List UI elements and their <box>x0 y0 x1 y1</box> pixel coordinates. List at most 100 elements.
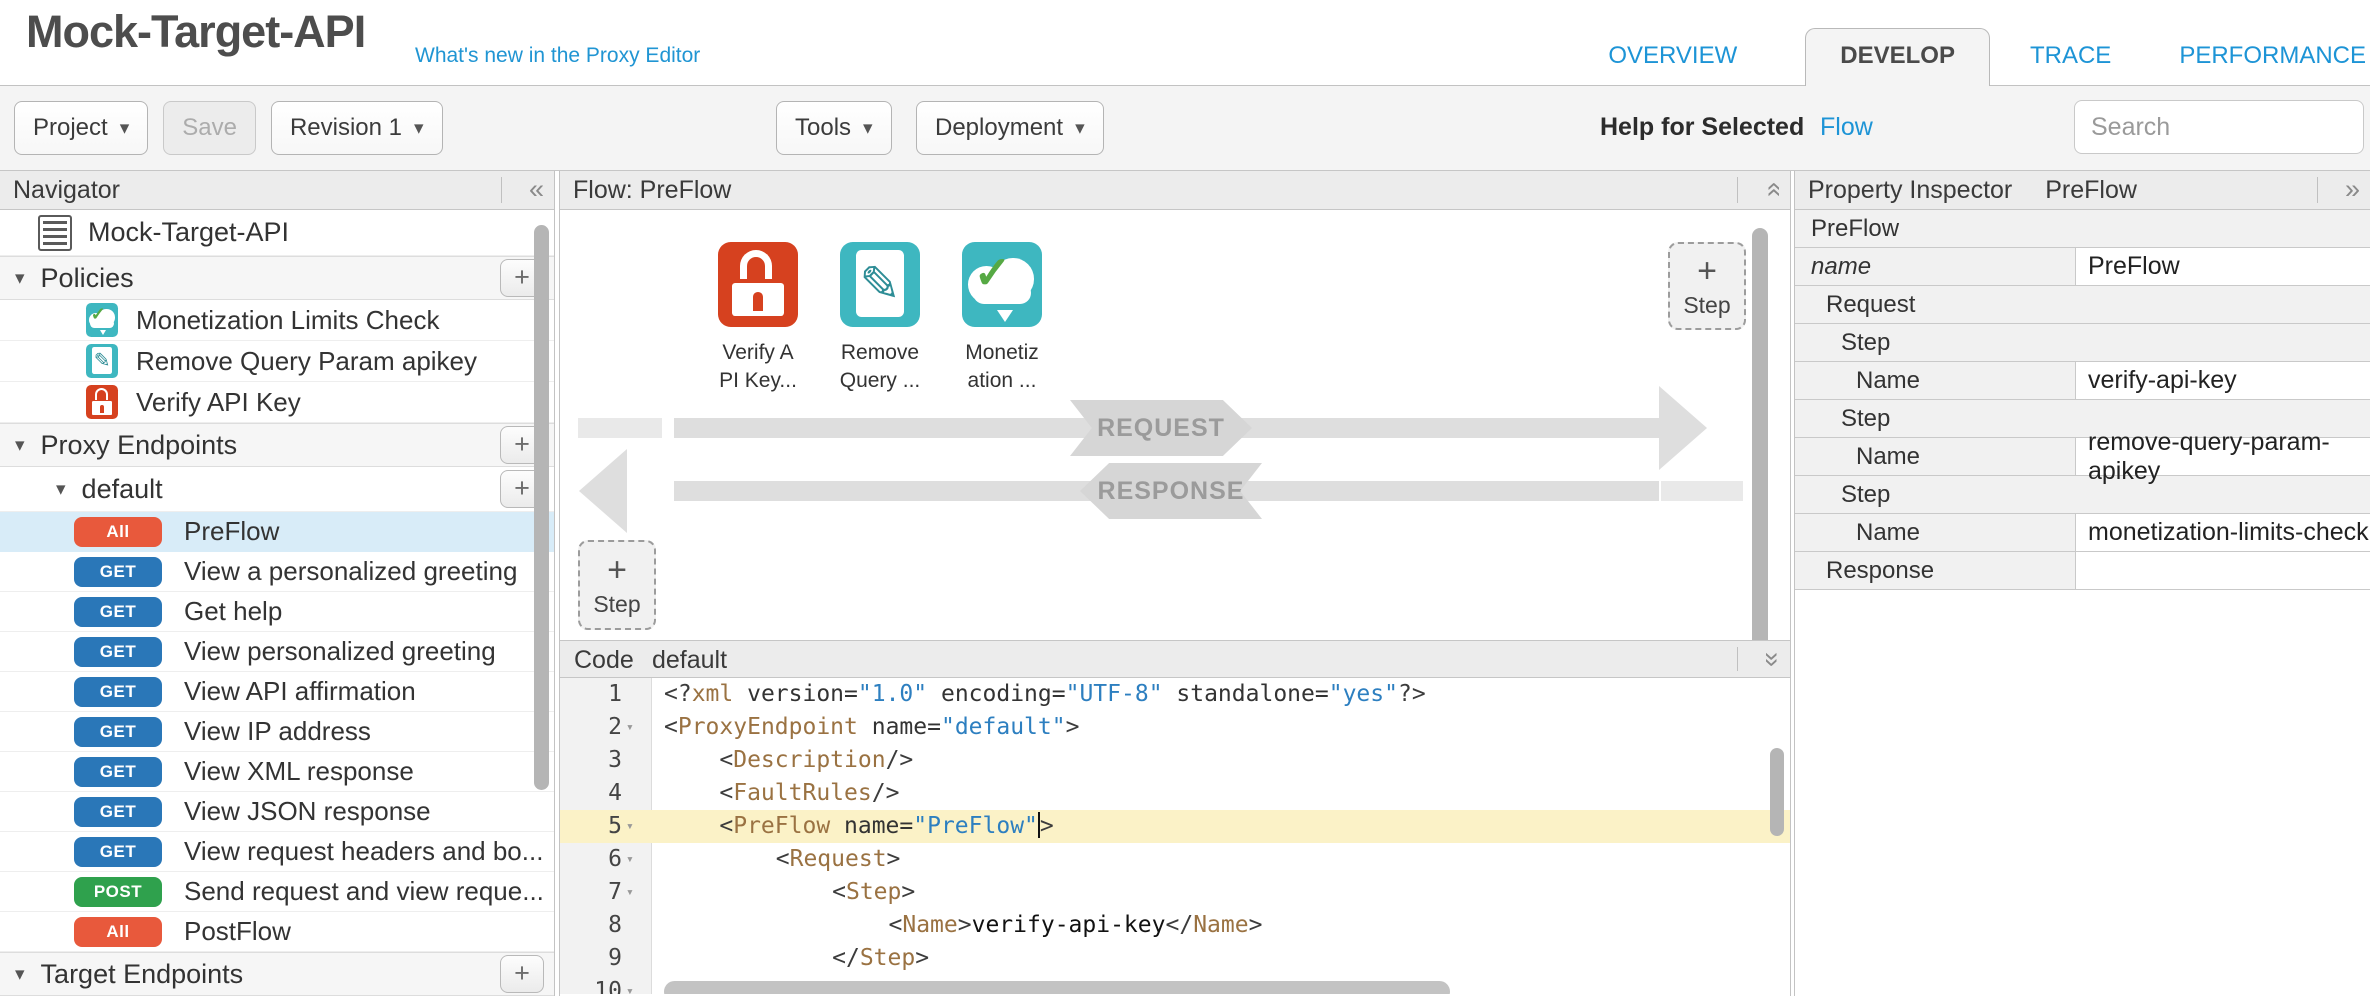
caret-down-icon: ▾ <box>1075 117 1085 140</box>
nav-section-label: Policies <box>41 263 134 294</box>
add-step-label: Step <box>593 591 640 618</box>
tools-menu-button[interactable]: Tools ▾ <box>776 101 892 155</box>
fold-icon[interactable]: ▾ <box>626 810 634 843</box>
nav-section-proxy-endpoints[interactable]: ▾Proxy Endpoints+ <box>0 423 554 467</box>
help-flow-link[interactable]: Flow <box>1820 113 1873 142</box>
inspector-label: Name <box>1795 514 2075 551</box>
nav-policy-remove-query-param-apikey[interactable]: ✎Remove Query Param apikey <box>0 341 554 382</box>
tab-overview[interactable]: OVERVIEW <box>1608 42 1737 86</box>
tab-performance[interactable]: PERFORMANCE <box>2179 42 2366 86</box>
request-arrowhead <box>1659 386 1707 470</box>
request-line-stub <box>578 418 662 438</box>
code-editor[interactable]: 1<?xml version="1.0" encoding="UTF-8" st… <box>560 678 1790 994</box>
inspector-label: Request <box>1795 286 1915 323</box>
nav-policy-monetization-limits-check[interactable]: ✓ Monetization Limits Check <box>0 300 554 341</box>
flow-title: Flow: PreFlow <box>573 176 731 204</box>
cloud-check-icon: ✓ <box>86 303 118 337</box>
flow-policy-label: Monetization ... <box>954 339 1050 396</box>
inspector-value-input[interactable]: monetization-limits-check <box>2075 514 2370 551</box>
flow-policy-pencil[interactable]: ✎RemoveQuery ... <box>832 242 928 395</box>
add-step-button-response[interactable]: + Step <box>578 540 656 630</box>
nav-section-target-endpoints[interactable]: ▾Target Endpoints+ <box>0 952 554 996</box>
tab-develop[interactable]: DEVELOP <box>1805 28 1990 86</box>
page-title: Mock-Target-API <box>26 6 365 58</box>
nav-flow-view-personalized-greeting[interactable]: GETView personalized greeting <box>0 632 554 672</box>
nav-flow-postflow[interactable]: AllPostFlow <box>0 912 554 952</box>
deployment-menu-button[interactable]: Deployment ▾ <box>916 101 1104 155</box>
nav-policy-label: Monetization Limits Check <box>136 305 439 336</box>
nav-flow-view-json-response[interactable]: GETView JSON response <box>0 792 554 832</box>
collapse-left-icon[interactable]: « <box>529 171 544 210</box>
add-button[interactable]: + <box>500 955 544 993</box>
line-number: 6 <box>560 843 622 876</box>
method-badge: GET <box>74 677 162 707</box>
main-tabs: OVERVIEW DEVELOP TRACE PERFORMANCE <box>1608 28 2370 86</box>
fold-icon[interactable]: ▾ <box>626 711 634 744</box>
plus-icon: + <box>1697 254 1717 288</box>
nav-flow-view-request-headers-and-bo[interactable]: GETView request headers and bo... <box>0 832 554 872</box>
expand-right-icon[interactable]: » <box>2345 171 2360 210</box>
code-line: 9</Step> <box>560 942 1790 975</box>
inspector-label: PreFlow <box>1795 210 1899 247</box>
code-scrollbar[interactable] <box>1770 748 1784 836</box>
add-step-button-request[interactable]: + Step <box>1668 242 1746 330</box>
nav-item-mock-target-api[interactable]: Mock-Target-API <box>0 210 554 256</box>
fold-icon[interactable]: ▾ <box>626 975 634 994</box>
triangle-down-icon: ▾ <box>15 267 25 290</box>
navigator-scrollbar[interactable] <box>534 225 549 790</box>
inspector-label: Step <box>1795 476 1890 513</box>
nav-flow-label: Get help <box>184 596 282 627</box>
deployment-menu-label: Deployment <box>935 114 1063 142</box>
save-button[interactable]: Save <box>163 101 256 155</box>
nav-flow-view-api-affirmation[interactable]: GETView API affirmation <box>0 672 554 712</box>
revision-menu-label: Revision 1 <box>290 114 402 142</box>
navigator-header: Navigator « <box>0 171 554 210</box>
nav-flow-send-request-and-view-reque[interactable]: POSTSend request and view reque... <box>0 872 554 912</box>
navigator-title: Navigator <box>13 176 120 204</box>
code-hscrollbar[interactable] <box>664 981 1450 994</box>
nav-flow-view-a-personalized-greeting[interactable]: GETView a personalized greeting <box>0 552 554 592</box>
method-badge: GET <box>74 637 162 667</box>
nav-flow-label: View JSON response <box>184 796 431 827</box>
flow-policy-cloud-check[interactable]: ✓Monetization ... <box>954 242 1050 395</box>
nav-section-default[interactable]: ▾default+ <box>0 467 554 512</box>
code-line: 7▾<Step> <box>560 876 1790 909</box>
fold-icon[interactable]: ▾ <box>626 843 634 876</box>
inspector-row-name: Namemonetization-limits-check <box>1795 514 2370 552</box>
proxy-editor-app: Mock-Target-API What's new in the Proxy … <box>0 0 2370 996</box>
line-number: 9 <box>560 942 622 975</box>
nav-flow-preflow[interactable]: AllPreFlow <box>0 512 554 552</box>
line-number: 4 <box>560 777 622 810</box>
tab-trace[interactable]: TRACE <box>2030 42 2111 86</box>
inspector-row-name: namePreFlow <box>1795 248 2370 286</box>
inspector-value-input[interactable]: PreFlow <box>2075 248 2370 285</box>
whats-new-link[interactable]: What's new in the Proxy Editor <box>415 44 700 68</box>
revision-menu-button[interactable]: Revision 1 ▾ <box>271 101 443 155</box>
inspector-value-input[interactable]: verify-api-key <box>2075 362 2370 399</box>
collapse-up-icon[interactable]: » <box>1765 171 1780 210</box>
inspector-row-name: Nameverify-api-key <box>1795 362 2370 400</box>
project-menu-button[interactable]: Project ▾ <box>14 101 148 155</box>
nav-policy-verify-api-key[interactable]: Verify API Key <box>0 382 554 423</box>
nav-flow-view-ip-address[interactable]: GETView IP address <box>0 712 554 752</box>
line-number: 5 <box>560 810 622 843</box>
inspector-value-input[interactable] <box>2075 552 2370 589</box>
response-arrowhead <box>579 449 627 533</box>
flow-scrollbar[interactable] <box>1752 228 1768 640</box>
nav-flow-view-xml-response[interactable]: GETView XML response <box>0 752 554 792</box>
nav-flow-get-help[interactable]: GET Get help <box>0 592 554 632</box>
collapse-down-icon[interactable]: » <box>1765 641 1780 680</box>
inspector-label: Name <box>1795 362 2075 399</box>
method-badge: GET <box>74 597 162 627</box>
fold-icon[interactable]: ▾ <box>626 876 634 909</box>
flow-policy-lock[interactable]: Verify API Key... <box>710 242 806 395</box>
method-badge: GET <box>74 557 162 587</box>
inspector-value-input[interactable]: remove-query-param-apikey <box>2075 438 2370 475</box>
search-input[interactable] <box>2074 100 2364 154</box>
nav-section-policies[interactable]: ▾Policies+ <box>0 256 554 300</box>
tools-menu-label: Tools <box>795 114 851 142</box>
inspector-row-request: Request <box>1795 286 2370 324</box>
flow-canvas: Verify API Key... ✎RemoveQuery ... ✓Moneti… <box>560 210 1790 640</box>
add-step-label: Step <box>1683 292 1730 319</box>
code-line: 2▾<ProxyEndpoint name="default"> <box>560 711 1790 744</box>
